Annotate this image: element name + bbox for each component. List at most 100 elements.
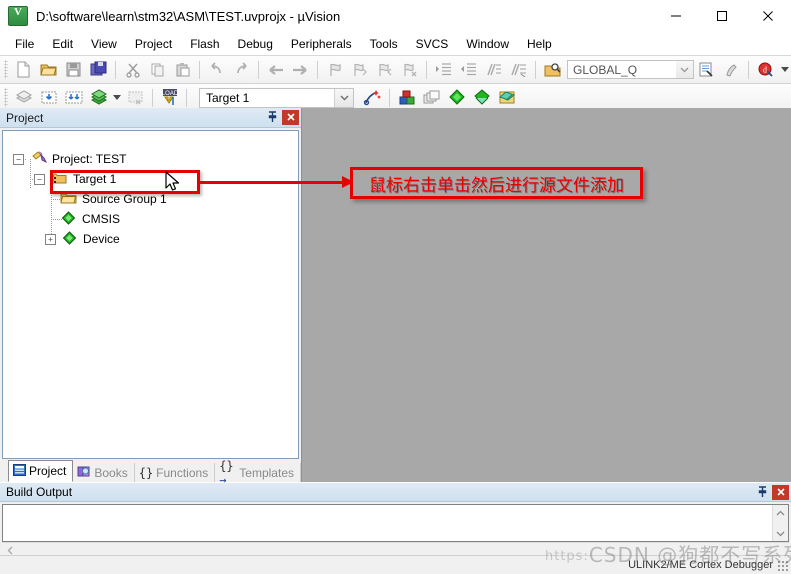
annotation-box: 鼠标右击单击然后进行源文件添加 bbox=[350, 167, 643, 199]
find-in-files-icon[interactable] bbox=[540, 58, 565, 81]
copy-icon[interactable] bbox=[145, 58, 170, 81]
chevron-up-icon[interactable] bbox=[773, 505, 788, 520]
project-icon bbox=[31, 150, 48, 168]
batch-build-dropdown-icon[interactable] bbox=[111, 86, 123, 109]
chevron-down-icon[interactable] bbox=[676, 61, 693, 78]
component-icon bbox=[61, 230, 78, 248]
menu-tools[interactable]: Tools bbox=[361, 35, 407, 53]
save-all-icon[interactable] bbox=[86, 58, 111, 81]
toolbar-grip[interactable] bbox=[4, 88, 8, 107]
bookmark-prev-icon[interactable] bbox=[347, 58, 372, 81]
menu-svcs[interactable]: SVCS bbox=[407, 35, 458, 53]
uncomment-icon[interactable] bbox=[506, 58, 531, 81]
build-output-text bbox=[3, 505, 772, 541]
menu-help[interactable]: Help bbox=[518, 35, 561, 53]
menu-peripherals[interactable]: Peripherals bbox=[282, 35, 361, 53]
tree-item-device[interactable]: + Device bbox=[3, 229, 298, 249]
navigate-forward-icon[interactable] bbox=[288, 58, 313, 81]
tree-item-label: CMSIS bbox=[82, 212, 121, 226]
debug-dropdown-icon[interactable] bbox=[778, 58, 791, 81]
bookmark-next-icon[interactable] bbox=[372, 58, 397, 81]
minimize-button[interactable] bbox=[653, 0, 699, 32]
manage-project-items-icon[interactable] bbox=[394, 86, 419, 109]
outdent-icon[interactable] bbox=[456, 58, 481, 81]
main-area: Project − Project: TEST − Target 1 Sourc… bbox=[0, 108, 791, 487]
expander-expand-icon[interactable]: + bbox=[45, 233, 56, 245]
global-symbol-combo[interactable]: GLOBAL_Q bbox=[567, 60, 694, 79]
browse-info-icon[interactable] bbox=[694, 58, 719, 81]
close-button[interactable] bbox=[745, 0, 791, 32]
mouse-pointer-icon bbox=[165, 171, 181, 196]
rebuild-all-icon[interactable] bbox=[61, 86, 86, 109]
navigate-back-icon[interactable] bbox=[263, 58, 288, 81]
menu-flash[interactable]: Flash bbox=[181, 35, 228, 53]
stop-build-icon[interactable] bbox=[123, 86, 148, 109]
options-target-icon[interactable] bbox=[360, 86, 385, 109]
redo-icon[interactable] bbox=[229, 58, 254, 81]
save-icon[interactable] bbox=[61, 58, 86, 81]
open-file-icon[interactable] bbox=[36, 58, 61, 81]
comment-icon[interactable] bbox=[481, 58, 506, 81]
manage-rte-icon[interactable] bbox=[469, 86, 494, 109]
cut-icon[interactable] bbox=[120, 58, 145, 81]
build-target-icon[interactable] bbox=[36, 86, 61, 109]
paste-icon[interactable] bbox=[170, 58, 195, 81]
multi-project-icon[interactable] bbox=[419, 86, 444, 109]
toolbar-separator bbox=[748, 60, 749, 79]
translate-file-icon[interactable] bbox=[11, 86, 36, 109]
pack-installer-icon[interactable] bbox=[444, 86, 469, 109]
editor-area[interactable] bbox=[302, 108, 791, 482]
component-icon bbox=[60, 210, 77, 228]
menu-debug[interactable]: Debug bbox=[229, 35, 282, 53]
tree-item-project[interactable]: − Project: TEST bbox=[3, 149, 298, 169]
find-references-icon[interactable] bbox=[719, 58, 744, 81]
new-file-icon[interactable] bbox=[11, 58, 36, 81]
bookmark-clear-icon[interactable] bbox=[397, 58, 422, 81]
menu-view[interactable]: View bbox=[82, 35, 126, 53]
tree-item-cmsis[interactable]: CMSIS bbox=[3, 209, 298, 229]
bookmark-toggle-icon[interactable] bbox=[322, 58, 347, 81]
indent-icon[interactable] bbox=[431, 58, 456, 81]
build-output-body[interactable] bbox=[2, 504, 789, 542]
status-debugger-label: ULINK2/ME Cortex Debugger bbox=[628, 559, 773, 571]
build-output-scrollbar[interactable] bbox=[772, 505, 788, 541]
undo-icon[interactable] bbox=[204, 58, 229, 81]
tab-books[interactable]: Books bbox=[73, 463, 135, 482]
tab-label: Books bbox=[94, 465, 128, 480]
debug-start-icon[interactable]: d bbox=[753, 58, 778, 81]
status-bar: ULINK2/ME Cortex Debugger bbox=[0, 555, 791, 574]
close-icon[interactable] bbox=[772, 484, 789, 500]
annotation-text: 鼠标右击单击然后进行源文件添加 bbox=[369, 175, 624, 196]
pin-icon[interactable] bbox=[754, 484, 770, 500]
chevron-down-icon[interactable] bbox=[773, 526, 788, 541]
resize-grip-icon[interactable] bbox=[777, 560, 789, 572]
toolbar-grip[interactable] bbox=[4, 60, 8, 79]
menu-bar: File Edit View Project Flash Debug Perip… bbox=[0, 33, 791, 56]
tab-label: Project bbox=[29, 464, 67, 478]
toolbar-separator bbox=[389, 88, 390, 107]
build-output-header: Build Output bbox=[0, 483, 791, 502]
batch-build-icon[interactable] bbox=[86, 86, 111, 109]
svcs-icon[interactable] bbox=[494, 86, 519, 109]
target-select-value: Target 1 bbox=[206, 90, 250, 105]
toolbar-separator bbox=[199, 60, 200, 79]
tab-project[interactable]: Project bbox=[8, 460, 74, 482]
books-tab-icon bbox=[77, 465, 91, 480]
svg-text:LOAD: LOAD bbox=[161, 91, 178, 97]
close-icon[interactable] bbox=[282, 109, 299, 125]
menu-edit[interactable]: Edit bbox=[43, 35, 82, 53]
expander-collapse-icon[interactable]: − bbox=[13, 153, 24, 165]
expander-collapse-icon[interactable]: − bbox=[34, 173, 45, 185]
chevron-down-icon[interactable] bbox=[334, 88, 353, 107]
pin-icon[interactable] bbox=[264, 109, 280, 125]
tab-templates[interactable]: {}→ Templates bbox=[215, 459, 301, 487]
menu-file[interactable]: File bbox=[6, 35, 43, 53]
menu-project[interactable]: Project bbox=[126, 35, 181, 53]
project-panel: Project − Project: TEST − Target 1 Sourc… bbox=[0, 108, 302, 487]
tab-functions[interactable]: {} Functions bbox=[135, 463, 216, 482]
target-select[interactable]: Target 1 bbox=[199, 87, 354, 108]
maximize-button[interactable] bbox=[699, 0, 745, 32]
tab-label: Functions bbox=[156, 465, 209, 480]
download-icon[interactable]: LOAD bbox=[157, 86, 182, 109]
menu-window[interactable]: Window bbox=[457, 35, 518, 53]
